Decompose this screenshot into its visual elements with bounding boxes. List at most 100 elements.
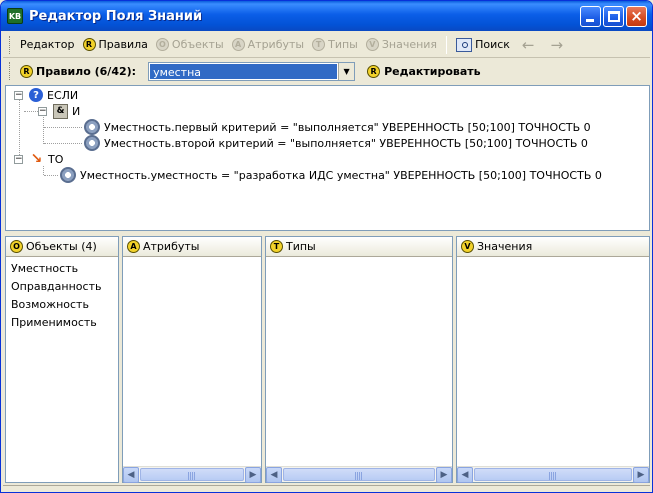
attributes-button[interactable]: A Атрибуты	[228, 35, 308, 55]
rules-label: Правила	[98, 38, 148, 51]
menu-editor[interactable]: Редактор	[16, 35, 79, 55]
scroll-left-icon[interactable]: ◀	[123, 467, 139, 483]
horizontal-scrollbar[interactable]: ◀ ▶	[123, 466, 261, 483]
tree-node-and[interactable]: − & И	[38, 103, 80, 119]
scroll-thumb[interactable]	[283, 468, 435, 481]
rule-icon: R	[20, 64, 33, 78]
arrow-then-icon: ↘	[30, 151, 43, 167]
list-item[interactable]: Оправданность	[6, 278, 118, 296]
chevron-down-icon[interactable]: ▼	[338, 62, 355, 80]
list-item[interactable]: Уместность	[6, 260, 118, 278]
attribute-icon: A	[231, 38, 245, 51]
types-button[interactable]: T Типы	[308, 35, 362, 55]
rule-counter-label: Правило (6/42):	[36, 64, 137, 78]
tree-node-condition[interactable]: Уместность.второй критерий = "выполняетс…	[84, 135, 588, 151]
app-icon: KB	[7, 8, 23, 24]
horizontal-scrollbar[interactable]: ◀ ▶	[266, 466, 452, 483]
list-item[interactable]: Возможность	[6, 296, 118, 314]
horizontal-scrollbar[interactable]: ◀ ▶	[457, 466, 649, 483]
object-icon: O	[10, 240, 23, 253]
tree-connector	[43, 166, 44, 175]
toolbar-grip[interactable]	[9, 35, 12, 54]
values-panel-title: Значения	[477, 240, 533, 253]
scroll-thumb[interactable]	[140, 468, 244, 481]
scroll-track[interactable]	[282, 467, 436, 482]
objects-list[interactable]: Уместность Оправданность Возможность При…	[6, 257, 118, 332]
conclusion-text: Уместность.уместность = "разработка ИДС …	[80, 168, 602, 182]
rule-select[interactable]: уместна ▼	[148, 61, 356, 81]
objects-button[interactable]: O Объекты	[152, 35, 228, 55]
back-arrow-icon[interactable]: ←	[514, 36, 543, 54]
objects-label: Объекты	[171, 38, 224, 51]
tree-node-if[interactable]: − ? ЕСЛИ	[14, 87, 78, 103]
values-button[interactable]: V Значения	[362, 35, 441, 55]
toolbar-grip[interactable]	[9, 62, 12, 80]
and-label: И	[72, 104, 81, 118]
search-button[interactable]: Поиск	[452, 35, 514, 55]
title-bar[interactable]: KB Редактор Поля Знаний ×	[1, 1, 652, 31]
rules-button[interactable]: R Правила	[79, 35, 152, 55]
attribute-icon: A	[127, 240, 140, 253]
edit-rule-button[interactable]: R Редактировать	[367, 64, 481, 78]
gear-icon	[60, 167, 76, 183]
scroll-right-icon[interactable]: ▶	[245, 467, 261, 483]
maximize-button[interactable]	[603, 6, 624, 27]
type-icon: T	[312, 38, 326, 51]
edit-rule-label: Редактировать	[384, 64, 481, 78]
values-panel-header: V Значения	[457, 237, 649, 257]
menu-editor-label: Редактор	[20, 38, 75, 51]
gear-icon	[84, 135, 100, 151]
rule-tree[interactable]: − ? ЕСЛИ − & И Уместность.первый критери…	[5, 85, 650, 231]
search-label: Поиск	[475, 38, 510, 51]
type-icon: T	[270, 240, 283, 253]
condition-text: Уместность.первый критерий = "выполняетс…	[104, 120, 591, 134]
gear-icon	[84, 119, 100, 135]
attributes-label: Атрибуты	[247, 38, 305, 51]
values-panel: V Значения ◀ ▶	[456, 236, 650, 483]
attributes-panel-header: A Атрибуты	[123, 237, 261, 257]
scroll-thumb[interactable]	[474, 468, 632, 481]
rule-counter: R Правило (6/42):	[16, 64, 140, 78]
toolbar-separator	[446, 35, 448, 54]
collapse-icon[interactable]: −	[14, 90, 23, 100]
tree-node-then[interactable]: − ↘ ТО	[14, 151, 63, 167]
list-item[interactable]: Применимость	[6, 314, 118, 332]
and-operator-icon: &	[53, 103, 68, 119]
scroll-track[interactable]	[473, 467, 633, 482]
scroll-track[interactable]	[139, 467, 245, 482]
tree-connector	[44, 143, 82, 144]
then-label: ТО	[48, 152, 64, 166]
if-label: ЕСЛИ	[47, 88, 79, 102]
edit-rule-icon: R	[367, 64, 381, 78]
types-panel-header: T Типы	[266, 237, 452, 257]
scroll-left-icon[interactable]: ◀	[457, 467, 473, 483]
window-title: Редактор Поля Знаний	[29, 8, 203, 24]
minimize-button[interactable]	[580, 6, 601, 27]
close-button[interactable]: ×	[626, 6, 647, 27]
collapse-icon[interactable]: −	[38, 106, 47, 116]
tree-node-condition[interactable]: Уместность.первый критерий = "выполняетс…	[84, 119, 591, 135]
scroll-right-icon[interactable]: ▶	[633, 467, 649, 483]
types-panel: T Типы ◀ ▶	[265, 236, 453, 483]
value-icon: V	[461, 240, 474, 253]
question-icon: ?	[29, 88, 43, 102]
values-label: Значения	[381, 38, 438, 51]
forward-arrow-icon[interactable]: →	[542, 36, 571, 54]
objects-panel: O Объекты (4) Уместность Оправданность В…	[5, 236, 119, 483]
tree-connector	[44, 175, 58, 176]
rule-toolbar: R Правило (6/42): уместна ▼ R Редактиров…	[3, 59, 650, 83]
object-icon: O	[155, 38, 169, 51]
rule-select-value: уместна	[150, 63, 338, 79]
scroll-left-icon[interactable]: ◀	[266, 467, 282, 483]
objects-panel-title: Объекты (4)	[26, 240, 97, 253]
collapse-icon[interactable]: −	[14, 154, 23, 164]
rule-icon: R	[82, 38, 96, 51]
tree-connector	[44, 127, 82, 128]
search-icon	[456, 37, 473, 52]
condition-text: Уместность.второй критерий = "выполняетс…	[104, 136, 588, 150]
close-icon: ×	[630, 7, 643, 25]
minimize-icon	[586, 19, 594, 22]
tree-node-conclusion[interactable]: Уместность.уместность = "разработка ИДС …	[60, 167, 602, 183]
attributes-panel-title: Атрибуты	[143, 240, 200, 253]
scroll-right-icon[interactable]: ▶	[436, 467, 452, 483]
